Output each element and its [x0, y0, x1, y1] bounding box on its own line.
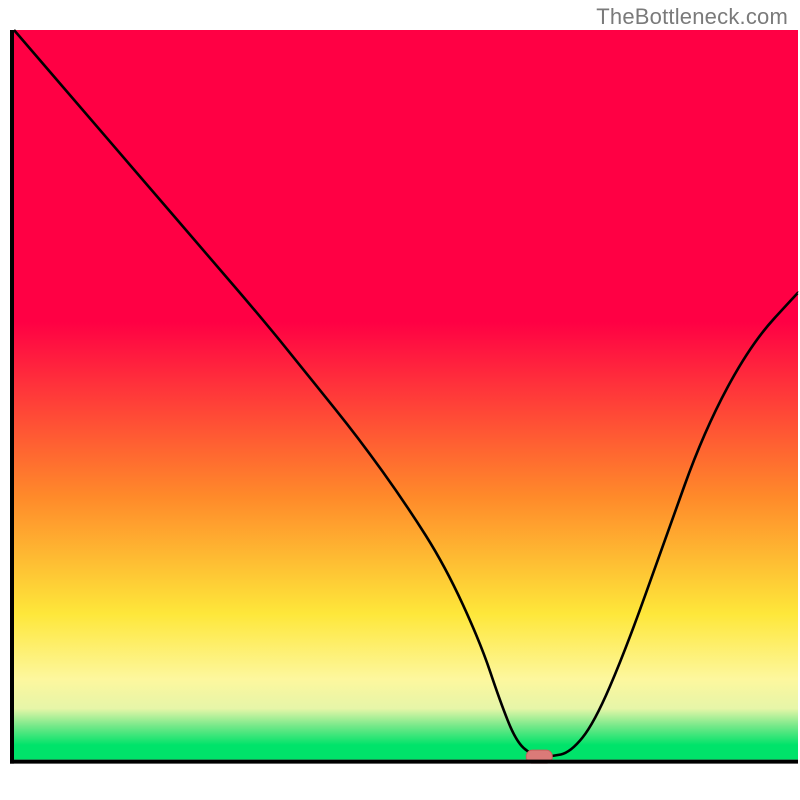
- plot-background: [14, 30, 798, 760]
- watermark-text: TheBottleneck.com: [596, 4, 788, 30]
- bottleneck-chart: [0, 0, 800, 800]
- chart-container: TheBottleneck.com: [0, 0, 800, 800]
